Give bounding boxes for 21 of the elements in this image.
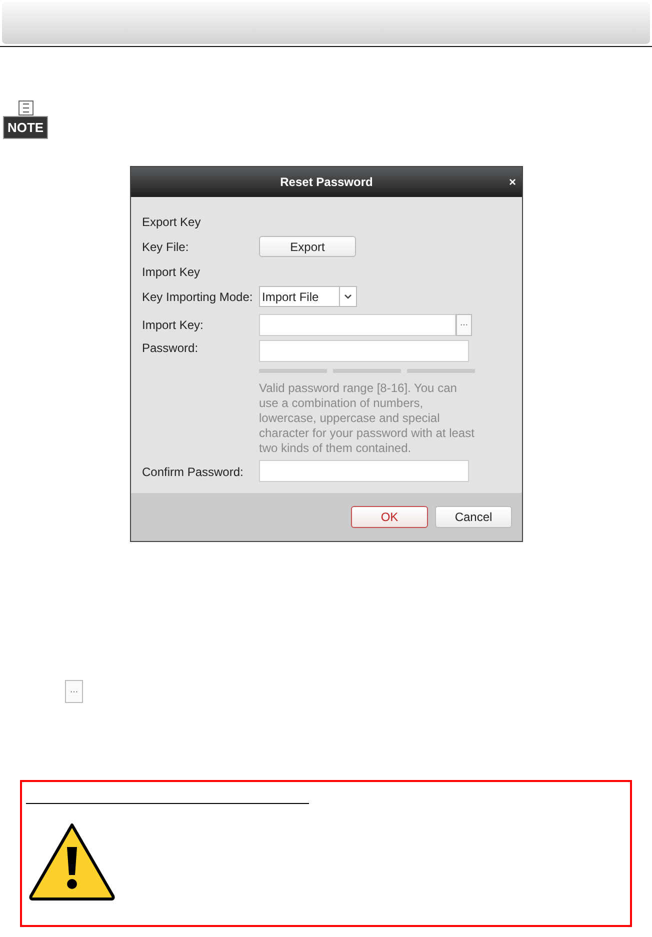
field-label: Key Importing Mode:	[142, 290, 254, 304]
close-button[interactable]: ×	[508, 175, 516, 189]
export-button[interactable]: Export	[259, 236, 356, 257]
field-label: Password:	[142, 340, 200, 355]
ok-button[interactable]: OK	[351, 506, 428, 528]
field-label: Key File:	[142, 240, 190, 254]
password-field[interactable]	[259, 340, 469, 362]
field-label: Confirm Password:	[142, 464, 244, 479]
confirm-password-field[interactable]	[259, 460, 469, 482]
mode-dropdown[interactable]: Import File	[259, 286, 357, 307]
browse-button[interactable]: ···	[65, 680, 83, 703]
password-hint: Valid password range [8-16]. You can use a combination of numbers, lowercase, uppercase and special character for your password with at least two kinds of them contained.	[259, 381, 475, 456]
import-key-field[interactable]	[259, 314, 456, 336]
chevron-down-icon	[344, 294, 352, 299]
browse-button[interactable]: ···	[456, 314, 472, 336]
section-heading: Export Key	[142, 214, 202, 228]
field-label: Import Key:	[142, 318, 204, 332]
dialog-title: Reset Password	[280, 175, 373, 189]
section-heading: Import Key	[142, 264, 202, 278]
warning-icon	[28, 822, 116, 902]
cancel-button[interactable]: Cancel	[435, 506, 512, 528]
